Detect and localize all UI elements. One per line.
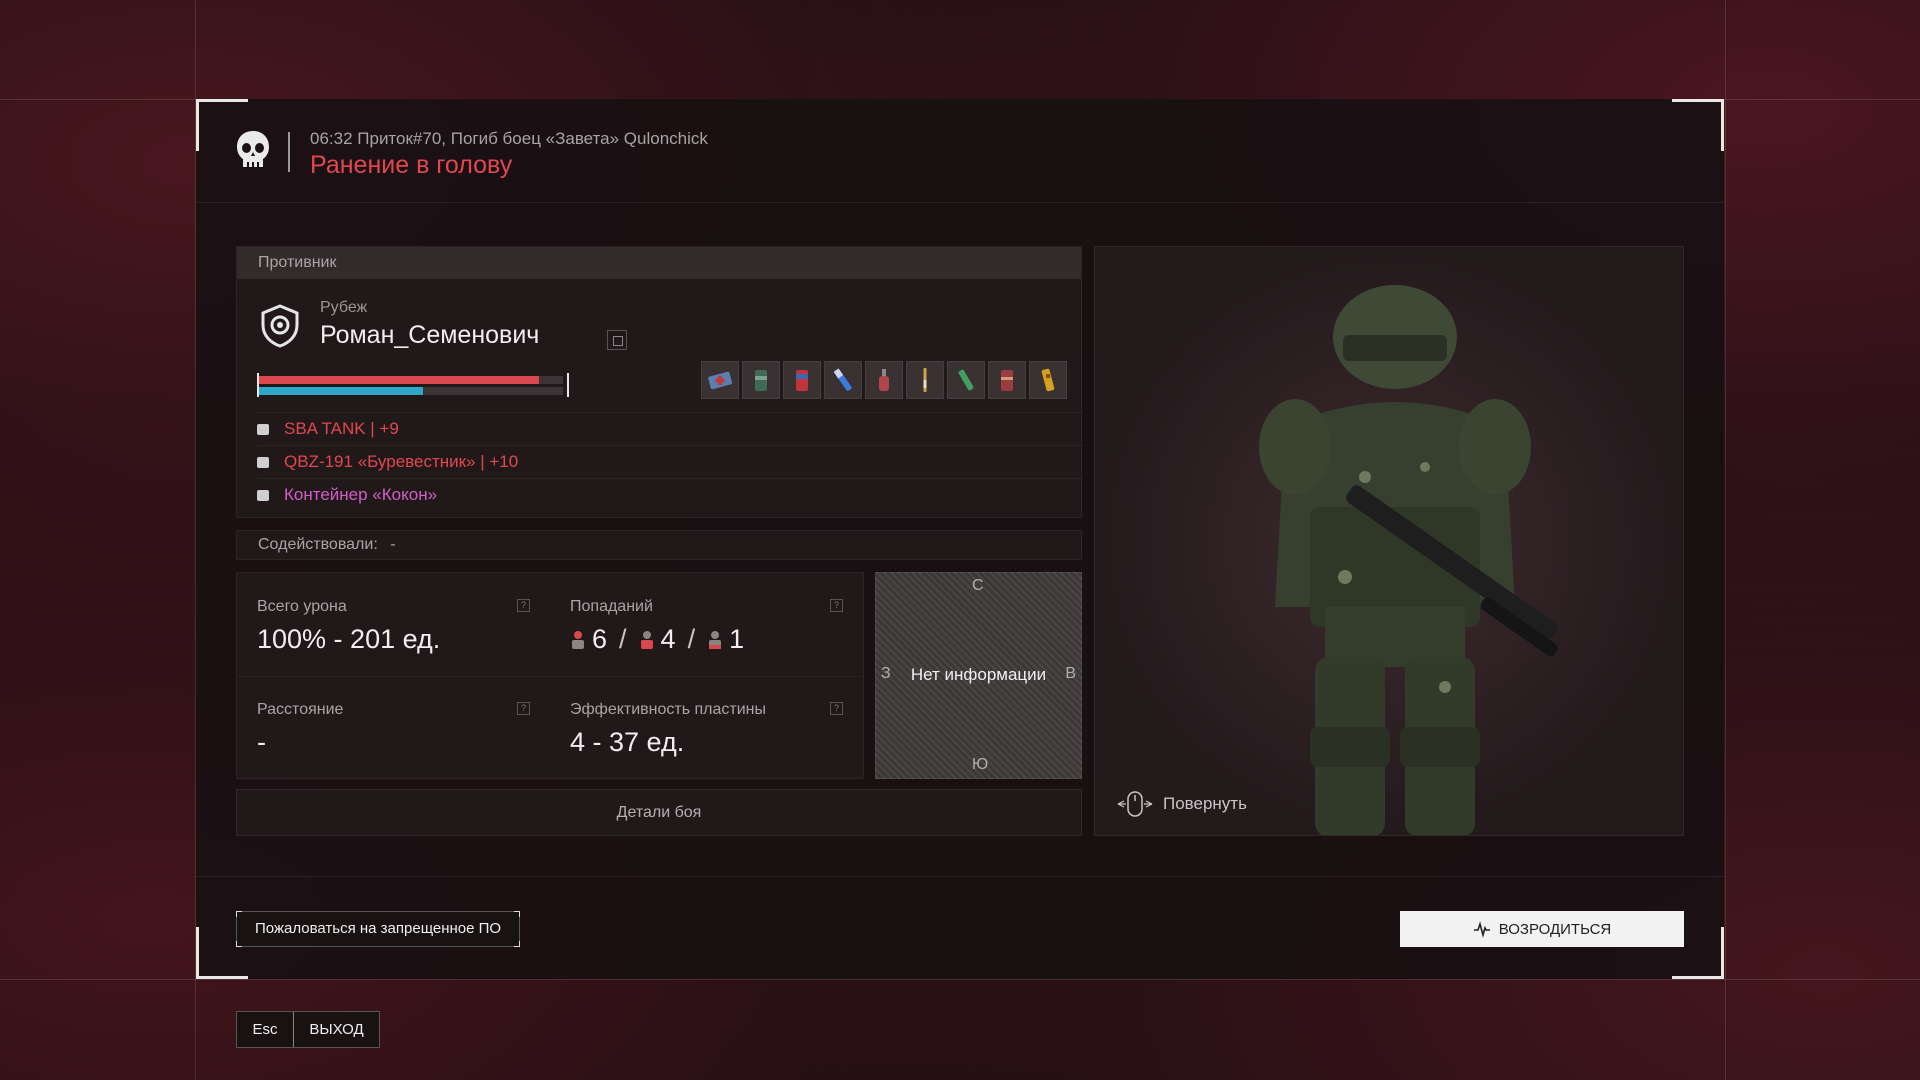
belt-slot[interactable] <box>783 361 821 399</box>
bar-tick <box>567 373 569 397</box>
hits-stat: Попаданий 6 / 4 / 1 <box>570 598 860 655</box>
enemy-section-label: Противник <box>237 247 1081 279</box>
compass-no-info: Нет информации <box>910 665 1047 684</box>
battery-icon <box>796 370 808 391</box>
belt-slot[interactable] <box>988 361 1026 399</box>
help-icon[interactable]: ? <box>517 702 530 715</box>
enemy-card: Противник Рубеж Роман_Семенович SBA TANK… <box>236 246 1083 518</box>
compass-south: Ю <box>972 756 989 773</box>
kill-direction-compass: С Ю З В Нет информации <box>875 572 1082 779</box>
canister-icon <box>755 370 767 391</box>
container-icon <box>257 489 269 501</box>
soldier-model <box>1259 285 1558 835</box>
assist-label: Содействовали: <box>258 536 378 553</box>
hits-values: 6 / 4 / 1 <box>570 624 860 655</box>
armor-bar <box>259 387 563 395</box>
belt-slot[interactable] <box>742 361 780 399</box>
weapon-icon <box>257 456 269 468</box>
limb-hit-icon <box>709 630 722 649</box>
death-event-description: 06:32 Приток#70, Погиб боец «Завета» Qul… <box>310 129 708 148</box>
report-cheats-label: Пожаловаться на запрещенное ПО <box>255 920 502 937</box>
assist-value: - <box>390 536 396 553</box>
mouse-drag-icon <box>1117 791 1153 817</box>
belt-slot[interactable] <box>1029 361 1067 399</box>
enemy-player-name: Роман_Семенович <box>320 321 540 349</box>
death-screen-panel: 06:32 Приток#70, Погиб боец «Завета» Qul… <box>196 99 1724 979</box>
enemy-status-bars <box>257 373 569 397</box>
total-damage-stat: Всего урона 100% - 201 ед. <box>257 598 547 655</box>
belt-slot[interactable] <box>865 361 903 399</box>
stats-divider <box>237 676 863 677</box>
bottle-icon <box>879 369 889 391</box>
body-hits-count: 4 <box>660 624 676 654</box>
total-damage-label: Всего урона <box>257 598 347 615</box>
medkit-icon <box>708 371 732 390</box>
syringe-icon <box>833 368 852 391</box>
battle-details-button[interactable]: Детали боя <box>236 789 1082 836</box>
enemy-container-name: Контейнер «Кокон» <box>284 485 438 504</box>
bottle-green-icon <box>958 369 974 391</box>
enemy-container-row: Контейнер «Кокон» <box>257 478 1083 511</box>
respawn-button[interactable]: ВОЗРОДИТЬСЯ <box>1400 911 1684 947</box>
compass-north: С <box>972 577 984 594</box>
help-icon[interactable]: ? <box>830 599 843 612</box>
injector-icon <box>923 368 927 392</box>
help-icon[interactable]: ? <box>830 702 843 715</box>
belt-slot[interactable] <box>701 361 739 399</box>
health-bar-fill <box>259 376 539 384</box>
distance-value: - <box>257 727 266 757</box>
enemy-faction: Рубеж <box>320 299 368 316</box>
death-header: 06:32 Приток#70, Погиб боец «Завета» Qul… <box>196 99 1724 203</box>
belt-slot[interactable] <box>824 361 862 399</box>
hits-label: Попаданий <box>570 598 653 615</box>
enemy-weapon-name: QBZ-191 «Буревестник» | +10 <box>284 452 519 471</box>
death-cause: Ранение в голову <box>310 151 513 179</box>
rotate-label: Повернуть <box>1163 794 1247 813</box>
faction-emblem-icon <box>261 304 299 348</box>
health-bar <box>259 376 563 384</box>
head-hit-icon <box>572 630 584 649</box>
enemy-armor-row: SBA TANK | +9 <box>257 412 1083 445</box>
combat-stats: Всего урона 100% - 201 ед. ? Попаданий 6… <box>236 572 864 779</box>
enemy-weapon-row: QBZ-191 «Буревестник» | +10 <box>257 445 1083 478</box>
ammo-icon <box>1041 368 1055 392</box>
can-icon <box>1001 370 1013 391</box>
plate-efficiency-value: 4 - 37 ед. <box>570 727 685 757</box>
distance-label: Расстояние <box>257 701 344 718</box>
enemy-model-viewer[interactable]: Повернуть <box>1094 246 1684 836</box>
header-divider <box>288 132 290 172</box>
total-damage-value: 100% - 201 ед. <box>257 624 441 654</box>
bar-tick <box>257 373 259 397</box>
skull-icon <box>237 131 269 168</box>
enemy-armor-name: SBA TANK | +9 <box>284 419 399 438</box>
plate-efficiency-stat: Эффективность пластины 4 - 37 ед. <box>570 701 860 758</box>
exit-label: ВЫХОД <box>309 1021 364 1038</box>
pulse-icon <box>1473 921 1490 938</box>
limb-hits-count: 1 <box>729 624 745 654</box>
help-icon[interactable]: ? <box>517 599 530 612</box>
armor-bar-fill <box>259 387 424 395</box>
body-hit-icon <box>640 630 653 649</box>
rotate-hint: Повернуть <box>1117 791 1247 817</box>
belt-slot[interactable] <box>947 361 985 399</box>
respawn-label: ВОЗРОДИТЬСЯ <box>1498 920 1612 938</box>
distance-stat: Расстояние - <box>257 701 547 758</box>
armor-icon <box>257 423 269 435</box>
belt-items <box>701 361 1067 399</box>
assist-row: Содействовали: - <box>236 530 1082 560</box>
report-cheats-button[interactable]: Пожаловаться на запрещенное ПО <box>236 911 520 947</box>
belt-slot[interactable] <box>906 361 944 399</box>
esc-key-hint: Esc <box>237 1012 294 1047</box>
footer-divider <box>196 876 1724 877</box>
head-hits-count: 6 <box>592 624 608 654</box>
copy-icon[interactable] <box>607 330 627 350</box>
plate-efficiency-label: Эффективность пластины <box>570 701 767 718</box>
exit-button[interactable]: Esc ВЫХОД <box>236 1011 380 1048</box>
